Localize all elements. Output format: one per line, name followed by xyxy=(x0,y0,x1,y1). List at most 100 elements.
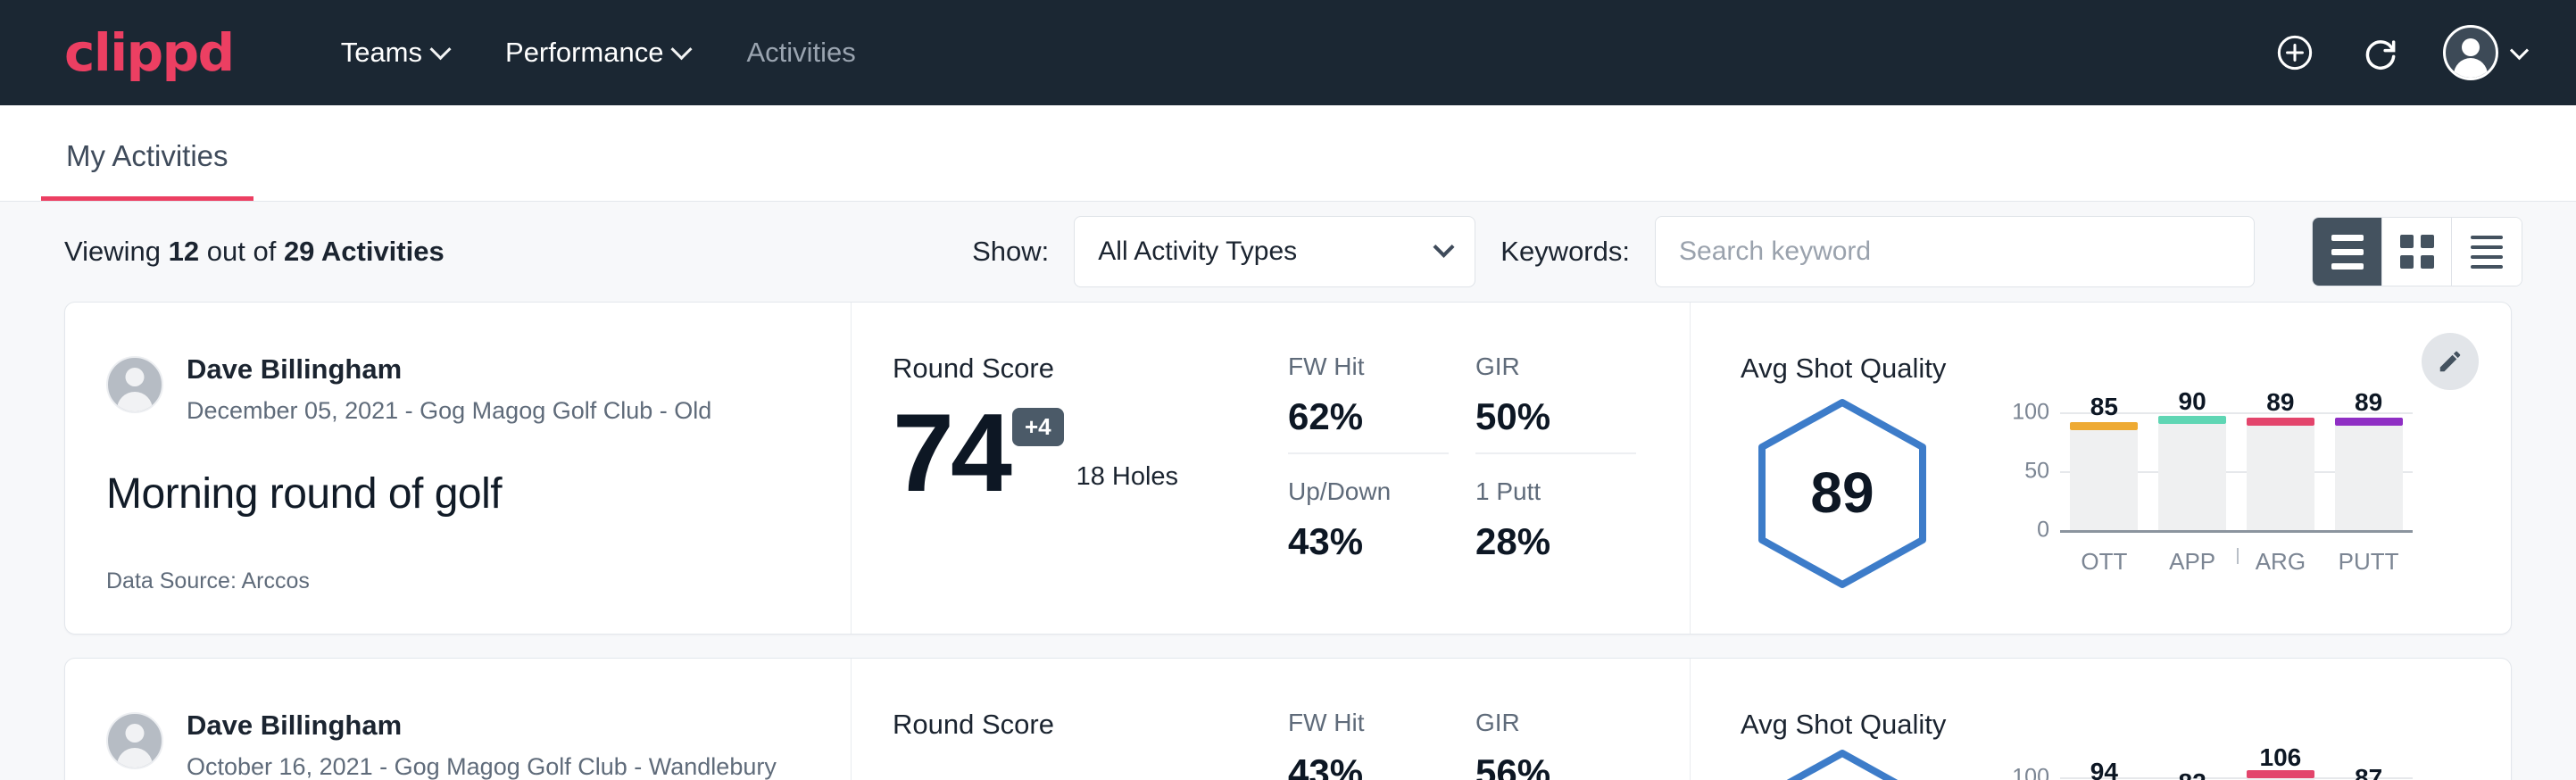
stat-up-down-value: 43% xyxy=(1288,520,1449,563)
user-menu[interactable] xyxy=(2443,25,2526,80)
activity-card[interactable]: Dave Billingham December 05, 2021 - Gog … xyxy=(64,302,2512,635)
nav-item-performance-label: Performance xyxy=(505,37,663,69)
nav-item-teams[interactable]: Teams xyxy=(312,37,477,69)
view-toggle-group xyxy=(2312,217,2522,286)
avg-shot-quality-label: Avg Shot Quality xyxy=(1741,709,2413,741)
round-stats-panel: FW Hit 43% GIR 56% xyxy=(1288,659,1690,780)
bar-app-cap xyxy=(2158,416,2226,424)
x-label-putt: PUTT xyxy=(2335,548,2403,576)
bar-ott: 94 xyxy=(2070,756,2138,780)
activity-summary: Dave Billingham December 05, 2021 - Gog … xyxy=(65,303,851,634)
bar-ott-value: 85 xyxy=(2070,393,2138,421)
activity-list: Dave Billingham December 05, 2021 - Gog … xyxy=(0,302,2576,780)
avatar-head xyxy=(2462,38,2480,56)
tab-strip: My Activities xyxy=(0,105,2576,202)
bar-arg-cap xyxy=(2247,418,2314,426)
activity-author: Dave Billingham December 05, 2021 - Gog … xyxy=(106,353,851,427)
compact-view-button[interactable] xyxy=(2452,218,2522,286)
chart-y-axis: 100 50 0 xyxy=(2001,405,2060,580)
bar-arg-value: 106 xyxy=(2247,743,2314,772)
x-axis-line xyxy=(2060,530,2413,533)
edit-activity-button[interactable] xyxy=(2422,333,2479,390)
stat-gir-label: GIR xyxy=(1475,353,1636,381)
chart-plot-area: 94 82 106 8 xyxy=(2060,756,2413,780)
chart-bars: 85 90 xyxy=(2060,405,2413,530)
chevron-down-icon xyxy=(2510,41,2529,60)
avatar xyxy=(106,356,163,413)
chevron-down-icon xyxy=(671,38,693,60)
nav-item-activities[interactable]: Activities xyxy=(718,37,884,69)
activity-author: Dave Billingham October 16, 2021 - Gog M… xyxy=(106,709,851,780)
grid-view-button[interactable] xyxy=(2382,218,2452,286)
y-tick-0: 0 xyxy=(2037,518,2049,544)
stat-up-down-label: Up/Down xyxy=(1288,477,1449,506)
activity-card[interactable]: Dave Billingham October 16, 2021 - Gog M… xyxy=(64,658,2512,780)
shot-quality-bar-chart: 100 94 82 xyxy=(2001,756,2413,780)
chevron-down-icon xyxy=(429,38,451,60)
x-label-app: APP xyxy=(2158,548,2226,576)
search-input[interactable] xyxy=(1655,216,2255,287)
round-score-panel: Round Score xyxy=(851,659,1288,780)
stat-fw-hit: FW Hit 62% xyxy=(1288,353,1449,454)
filter-bar: Viewing 12 out of 29 Activities Show: Al… xyxy=(0,202,2576,302)
activity-meta: December 05, 2021 - Gog Magog Golf Club … xyxy=(187,395,711,427)
primary-nav: Teams Performance Activities xyxy=(312,37,885,69)
tab-my-activities-label: My Activities xyxy=(66,139,229,172)
activity-meta: October 16, 2021 - Gog Magog Golf Club -… xyxy=(187,751,777,780)
round-score-panel: Round Score 74 +4 18 Holes xyxy=(851,303,1288,634)
activity-type-select[interactable]: All Activity Types xyxy=(1074,216,1475,287)
refresh-icon[interactable] xyxy=(2357,29,2404,76)
stat-up-down: Up/Down 43% xyxy=(1288,477,1449,577)
chart-x-labels: OTT APP ARG PUTT xyxy=(2060,548,2413,576)
bar-putt-value: 89 xyxy=(2335,388,2403,417)
nav-item-activities-label: Activities xyxy=(746,37,855,69)
bar-app: 82 xyxy=(2158,756,2226,780)
add-icon[interactable] xyxy=(2272,29,2318,76)
bar-app-value: 90 xyxy=(2158,387,2226,416)
stat-gir: GIR 50% xyxy=(1475,353,1636,454)
bar-putt-cap xyxy=(2335,418,2403,426)
stat-one-putt-label: 1 Putt xyxy=(1475,477,1636,506)
round-stats-panel: FW Hit 62% GIR 50% Up/Down 43% 1 Putt 28… xyxy=(1288,303,1690,634)
chevron-down-icon xyxy=(1433,236,1455,257)
author-name: Dave Billingham xyxy=(187,709,777,743)
app-logo[interactable]: clippd xyxy=(64,27,234,79)
avg-shot-quality-panel: Avg Shot Quality 100 94 xyxy=(1690,659,2511,780)
avatar xyxy=(106,712,163,769)
y-tick-50: 50 xyxy=(2024,459,2049,485)
bar-ott-value: 94 xyxy=(2070,758,2138,780)
navbar-actions xyxy=(2272,25,2526,80)
show-label: Show: xyxy=(972,236,1049,268)
x-label-arg: ARG xyxy=(2247,548,2314,576)
stat-one-putt: 1 Putt 28% xyxy=(1475,477,1636,577)
round-score-value: 74 xyxy=(893,402,1009,504)
author-name: Dave Billingham xyxy=(187,353,711,387)
nav-item-performance[interactable]: Performance xyxy=(477,37,718,69)
stat-gir-value: 56% xyxy=(1475,751,1636,780)
bar-putt: 87 xyxy=(2335,756,2403,780)
bar-app: 90 xyxy=(2158,405,2226,530)
stat-fw-hit-label: FW Hit xyxy=(1288,709,1449,737)
grid-icon xyxy=(2400,235,2434,269)
avg-shot-quality-label: Avg Shot Quality xyxy=(1741,353,2413,385)
avatar[interactable] xyxy=(2443,25,2498,80)
bar-arg: 89 xyxy=(2247,405,2314,530)
stat-gir-value: 50% xyxy=(1475,395,1636,438)
avg-shot-quality-panel: Avg Shot Quality 89 100 50 0 xyxy=(1690,303,2511,634)
tab-my-activities[interactable]: My Activities xyxy=(41,139,253,201)
keywords-label: Keywords: xyxy=(1500,236,1630,268)
round-score-label: Round Score xyxy=(893,353,1288,385)
viewing-summary: Viewing 12 out of 29 Activities xyxy=(64,236,445,268)
chart-bars: 94 82 106 8 xyxy=(2060,756,2413,780)
list-view-button[interactable] xyxy=(2313,218,2382,286)
viewing-middle: out of xyxy=(207,236,277,267)
avg-shot-quality-hexagon xyxy=(1753,748,1932,780)
round-score-label: Round Score xyxy=(893,709,1288,741)
stat-fw-hit-label: FW Hit xyxy=(1288,353,1449,381)
holes-label: 18 Holes xyxy=(1076,462,1178,492)
bar-ott-cap xyxy=(2070,422,2138,430)
chart-y-axis: 100 xyxy=(2001,756,2060,780)
lines-icon xyxy=(2471,236,2503,269)
stat-gir: GIR 56% xyxy=(1475,709,1636,780)
bar-putt-value: 87 xyxy=(2335,764,2403,780)
